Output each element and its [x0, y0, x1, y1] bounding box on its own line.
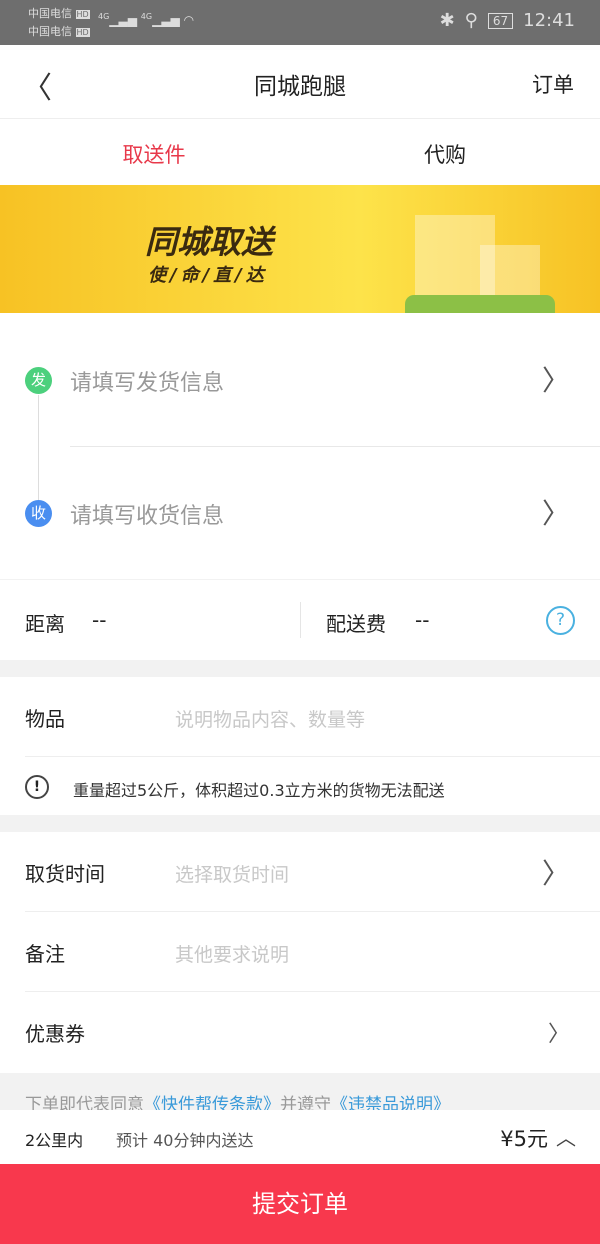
distance-label: 距离 [25, 612, 65, 636]
tab-pickup-delivery[interactable]: 取送件 [79, 139, 229, 191]
page-title: 同城跑腿 [254, 74, 346, 100]
item-label: 物品 [25, 707, 65, 731]
hd-badge: HD [75, 10, 90, 19]
bluetooth-icon: ✱ [439, 10, 455, 31]
coupon-row[interactable]: 优惠券 〉 [25, 992, 600, 1072]
status-bar: 中国电信 HD 中国电信 HD 4G▁▃▅ 4G▁▃▅ ◠ ✱ ⚲ 67 12:… [0, 0, 600, 45]
sender-badge: 发 [25, 367, 52, 394]
chevron-right-icon: 〉 [541, 497, 570, 530]
carrier-info: 中国电信 HD 中国电信 HD [28, 5, 90, 41]
help-icon[interactable]: ? [546, 606, 575, 635]
item-input[interactable]: 说明物品内容、数量等 [175, 705, 365, 732]
range-text: 2公里内 [25, 1131, 84, 1150]
receiver-badge: 收 [25, 500, 52, 527]
sender-placeholder: 请填写发货信息 [70, 371, 225, 396]
remarks-label: 备注 [25, 942, 65, 966]
price-summary-bar[interactable]: 2公里内 预计 40分钟内送达 ¥5元 ︿ [0, 1110, 600, 1164]
item-section: 物品 说明物品内容、数量等 ! 重量超过5公斤，体积超过0.3立方米的货物无法配… [0, 677, 600, 815]
sender-row[interactable]: 发 请填写发货信息 〉 [0, 313, 600, 446]
tab-bar: 取送件 代购 [0, 119, 600, 191]
battery-icon: 67 [487, 12, 514, 29]
fee-value: -- [415, 608, 430, 632]
orders-link[interactable]: 订单 [532, 69, 574, 99]
pickup-time-row[interactable]: 取货时间 选择取货时间 〉 [25, 832, 600, 912]
trees-illustration [405, 295, 555, 313]
distance-fee-bar: 距离 -- 配送费 -- ? [0, 580, 600, 660]
weight-notice: 重量超过5公斤，体积超过0.3立方米的货物无法配送 [73, 781, 445, 800]
warning-icon: ! [25, 775, 49, 799]
net-type: 4G [140, 12, 153, 21]
fee-label: 配送费 [326, 612, 386, 636]
chevron-right-icon: 〉 [547, 1022, 570, 1047]
chevron-up-icon[interactable]: ︿ [556, 1122, 576, 1151]
location-icon: ⚲ [464, 10, 478, 31]
tab-purchase[interactable]: 代购 [370, 139, 520, 169]
banner-title: 同城取送 [145, 223, 274, 261]
nav-bar: 〈 同城跑腿 订单 [0, 45, 600, 119]
price-text: ¥5元 [500, 1127, 548, 1151]
banner-subtitle: 使/命/直/达 [148, 265, 268, 286]
carrier-2: 中国电信 [28, 25, 72, 38]
promo-banner[interactable]: 同城取送 使/命/直/达 [0, 185, 600, 313]
hd-badge: HD [75, 28, 90, 37]
address-section: 发 请填写发货信息 〉 收 请填写收货信息 〉 [0, 313, 600, 579]
submit-order-button[interactable]: 提交订单 [0, 1164, 600, 1244]
receiver-placeholder: 请填写收货信息 [70, 504, 225, 529]
clock: 12:41 [523, 10, 575, 31]
remarks-row[interactable]: 备注 其他要求说明 [25, 912, 600, 992]
chevron-right-icon: 〉 [541, 364, 570, 397]
coupon-label: 优惠券 [25, 1022, 85, 1046]
eta-text: 预计 40分钟内送达 [116, 1131, 254, 1150]
pickup-time-label: 取货时间 [25, 862, 105, 886]
receiver-row[interactable]: 收 请填写收货信息 〉 [0, 446, 600, 579]
carrier-1: 中国电信 [28, 7, 72, 20]
chevron-right-icon: 〉 [541, 857, 570, 890]
distance-value: -- [92, 608, 107, 632]
wifi-icon: ◠ [183, 13, 195, 27]
details-section: 取货时间 选择取货时间 〉 备注 其他要求说明 优惠券 〉 [0, 832, 600, 1073]
remarks-input[interactable]: 其他要求说明 [175, 940, 289, 967]
net-type: 4G [98, 12, 110, 21]
signal-icons: 4G▁▃▅ 4G▁▃▅ ◠ [98, 12, 195, 27]
item-row[interactable]: 物品 说明物品内容、数量等 [25, 677, 600, 757]
pickup-time-placeholder: 选择取货时间 [175, 864, 290, 886]
